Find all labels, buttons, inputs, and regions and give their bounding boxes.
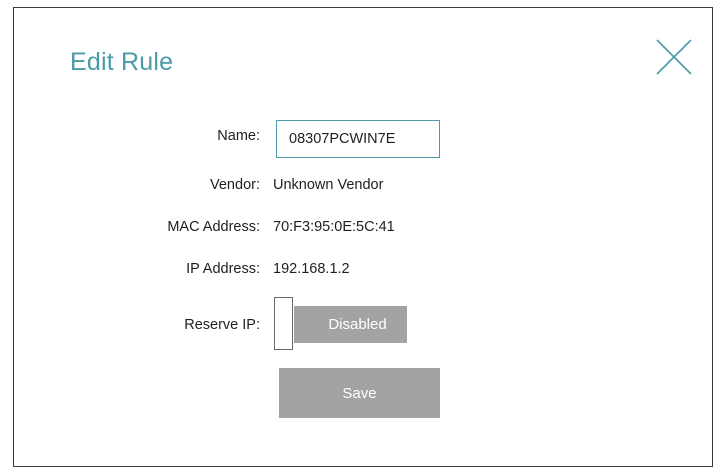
reserve-ip-toggle[interactable]: Disabled: [294, 306, 407, 343]
mac-address-label: MAC Address:: [167, 219, 260, 235]
reserve-ip-toggle-knob[interactable]: [274, 297, 293, 350]
reserve-ip-state: Disabled: [328, 316, 387, 333]
vendor-value: Unknown Vendor: [273, 177, 384, 193]
edit-rule-dialog: Edit Rule Name: Vendor: Unknown Vendor M…: [13, 7, 713, 467]
name-input[interactable]: [276, 120, 440, 158]
save-button[interactable]: Save: [279, 368, 440, 418]
dialog-title: Edit Rule: [70, 48, 174, 76]
mac-address-value: 70:F3:95:0E:5C:41: [273, 219, 395, 235]
reserve-ip-label: Reserve IP:: [184, 317, 260, 333]
vendor-label: Vendor:: [210, 177, 260, 193]
ip-address-value: 192.168.1.2: [273, 261, 350, 277]
name-label: Name:: [217, 128, 260, 144]
close-icon[interactable]: [654, 37, 694, 77]
ip-address-label: IP Address:: [186, 261, 260, 277]
